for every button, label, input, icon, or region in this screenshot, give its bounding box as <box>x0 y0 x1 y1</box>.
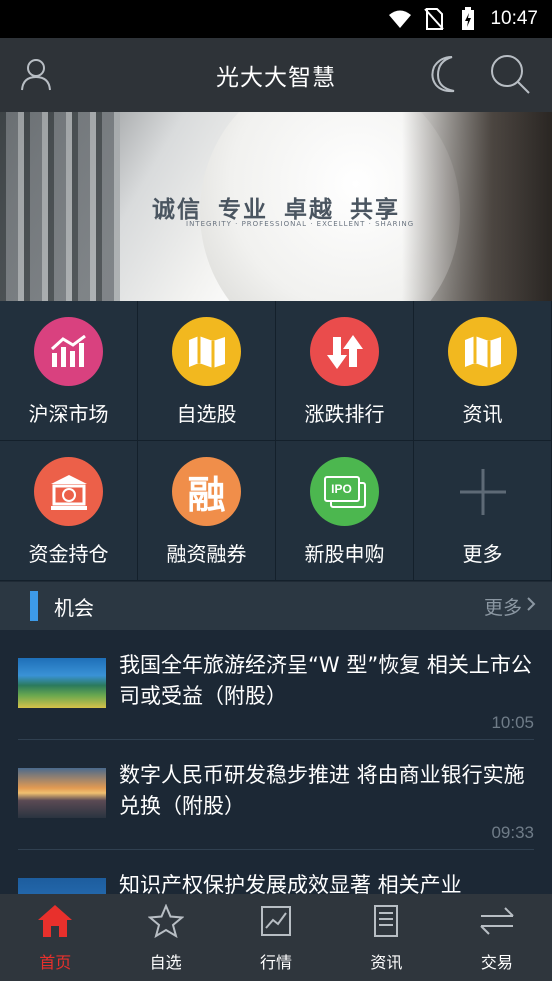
banner-shadow <box>402 112 552 301</box>
battery-icon <box>456 7 480 31</box>
news-time: 09:33 <box>491 823 534 842</box>
section-title: 机会 <box>54 595 94 620</box>
grid-item-market[interactable]: 沪深市场 <box>0 301 138 441</box>
feature-grid: 沪深市场 自选股 涨跌排行 资讯 资金持仓 融 融资融券 IPO 新股申购 更多 <box>0 301 552 581</box>
tab-label: 资讯 <box>370 953 403 972</box>
app-header: 光大大智慧 <box>0 38 552 112</box>
tab-label: 首页 <box>39 953 72 972</box>
grid-label: 新股申购 <box>304 542 385 566</box>
news-item[interactable]: 我国全年旅游经济呈“W 型”恢复 相关上市公司或受益（附股） 10:05 <box>18 630 534 740</box>
clock: 10:47 <box>490 8 538 29</box>
grid-label: 更多 <box>462 542 503 566</box>
opportunity-section-header: 机会 更多 <box>0 582 552 630</box>
moon-icon <box>430 55 466 97</box>
ipo-icon: IPO <box>310 457 379 526</box>
rong-char-icon: 融 <box>172 457 241 526</box>
news-thumbnail-sunset <box>18 768 106 818</box>
news-item[interactable]: 数字人民币研发稳步推进 将由商业银行实施兑换（附股） 09:33 <box>18 740 534 850</box>
news-list: 我国全年旅游经济呈“W 型”恢复 相关上市公司或受益（附股） 10:05 数字人… <box>0 630 552 894</box>
news-headline: 我国全年旅游经济呈“W 型”恢复 相关上市公司或受益（附股） <box>119 653 532 708</box>
promo-banner[interactable]: 诚信 专业 卓越 共享 INTEGRITY · PROFESSIONAL · E… <box>0 112 552 301</box>
plus-icon <box>448 457 517 526</box>
grid-item-funds[interactable]: 资金持仓 <box>0 441 138 581</box>
grid-label: 融资融券 <box>166 542 247 566</box>
tab-watchlist[interactable]: 自选 <box>110 894 220 981</box>
tab-label: 自选 <box>149 953 182 972</box>
grid-label: 沪深市场 <box>28 402 109 426</box>
section-accent-bar <box>30 591 38 621</box>
search-icon <box>489 53 531 99</box>
news-thumbnail-lake <box>18 658 106 708</box>
section-more-link[interactable]: 更多 <box>484 593 536 620</box>
grid-item-more[interactable]: 更多 <box>414 441 552 581</box>
banner-slogan: 诚信 专业 卓越 共享 <box>152 197 401 223</box>
news-thumbnail-blue <box>18 878 106 894</box>
grid-item-ranking[interactable]: 涨跌排行 <box>276 301 414 441</box>
grid-label: 资金持仓 <box>28 542 109 566</box>
app-title: 光大大智慧 <box>216 65 336 91</box>
grid-label: 资讯 <box>462 402 503 426</box>
user-button[interactable] <box>14 54 58 98</box>
news-headline: 知识产权保护发展成效显著 相关产业 <box>119 873 462 894</box>
star-icon <box>147 903 185 942</box>
map-icon <box>448 317 517 386</box>
more-label: 更多 <box>483 596 522 619</box>
search-button[interactable] <box>488 54 532 98</box>
document-icon <box>368 904 404 942</box>
night-mode-button[interactable] <box>426 54 470 98</box>
market-chart-icon <box>34 317 103 386</box>
status-bar: 10:47 <box>0 0 552 38</box>
tab-quotes[interactable]: 行情 <box>221 894 331 981</box>
grid-label: 涨跌排行 <box>304 402 385 426</box>
bank-icon <box>34 457 103 526</box>
wifi-icon <box>388 7 412 31</box>
tab-label: 交易 <box>480 953 513 972</box>
banner-subtitle: INTEGRITY · PROFESSIONAL · EXCELLENT · S… <box>186 220 415 228</box>
tab-trade[interactable]: 交易 <box>442 894 552 981</box>
bottom-tab-bar: 首页 自选 行情 资讯 交易 <box>0 894 552 981</box>
up-down-arrows-icon <box>310 317 379 386</box>
user-icon <box>19 57 53 95</box>
grid-item-ipo[interactable]: IPO 新股申购 <box>276 441 414 581</box>
grid-item-watchlist[interactable]: 自选股 <box>138 301 276 441</box>
banner-glass-columns <box>0 112 120 301</box>
grid-label: 自选股 <box>176 402 237 426</box>
news-time: 10:05 <box>491 713 534 732</box>
tab-label: 行情 <box>260 953 293 972</box>
tab-home[interactable]: 首页 <box>0 894 110 981</box>
no-sim-icon <box>422 7 446 31</box>
chart-icon <box>258 904 294 942</box>
news-item[interactable]: 知识产权保护发展成效显著 相关产业 <box>18 850 534 894</box>
tab-news[interactable]: 资讯 <box>331 894 441 981</box>
map-icon <box>172 317 241 386</box>
grid-item-margin[interactable]: 融 融资融券 <box>138 441 276 581</box>
home-icon <box>37 904 73 942</box>
chevron-right-icon <box>526 595 536 617</box>
exchange-icon <box>479 904 515 942</box>
news-headline: 数字人民币研发稳步推进 将由商业银行实施兑换（附股） <box>119 763 525 818</box>
grid-item-news[interactable]: 资讯 <box>414 301 552 441</box>
